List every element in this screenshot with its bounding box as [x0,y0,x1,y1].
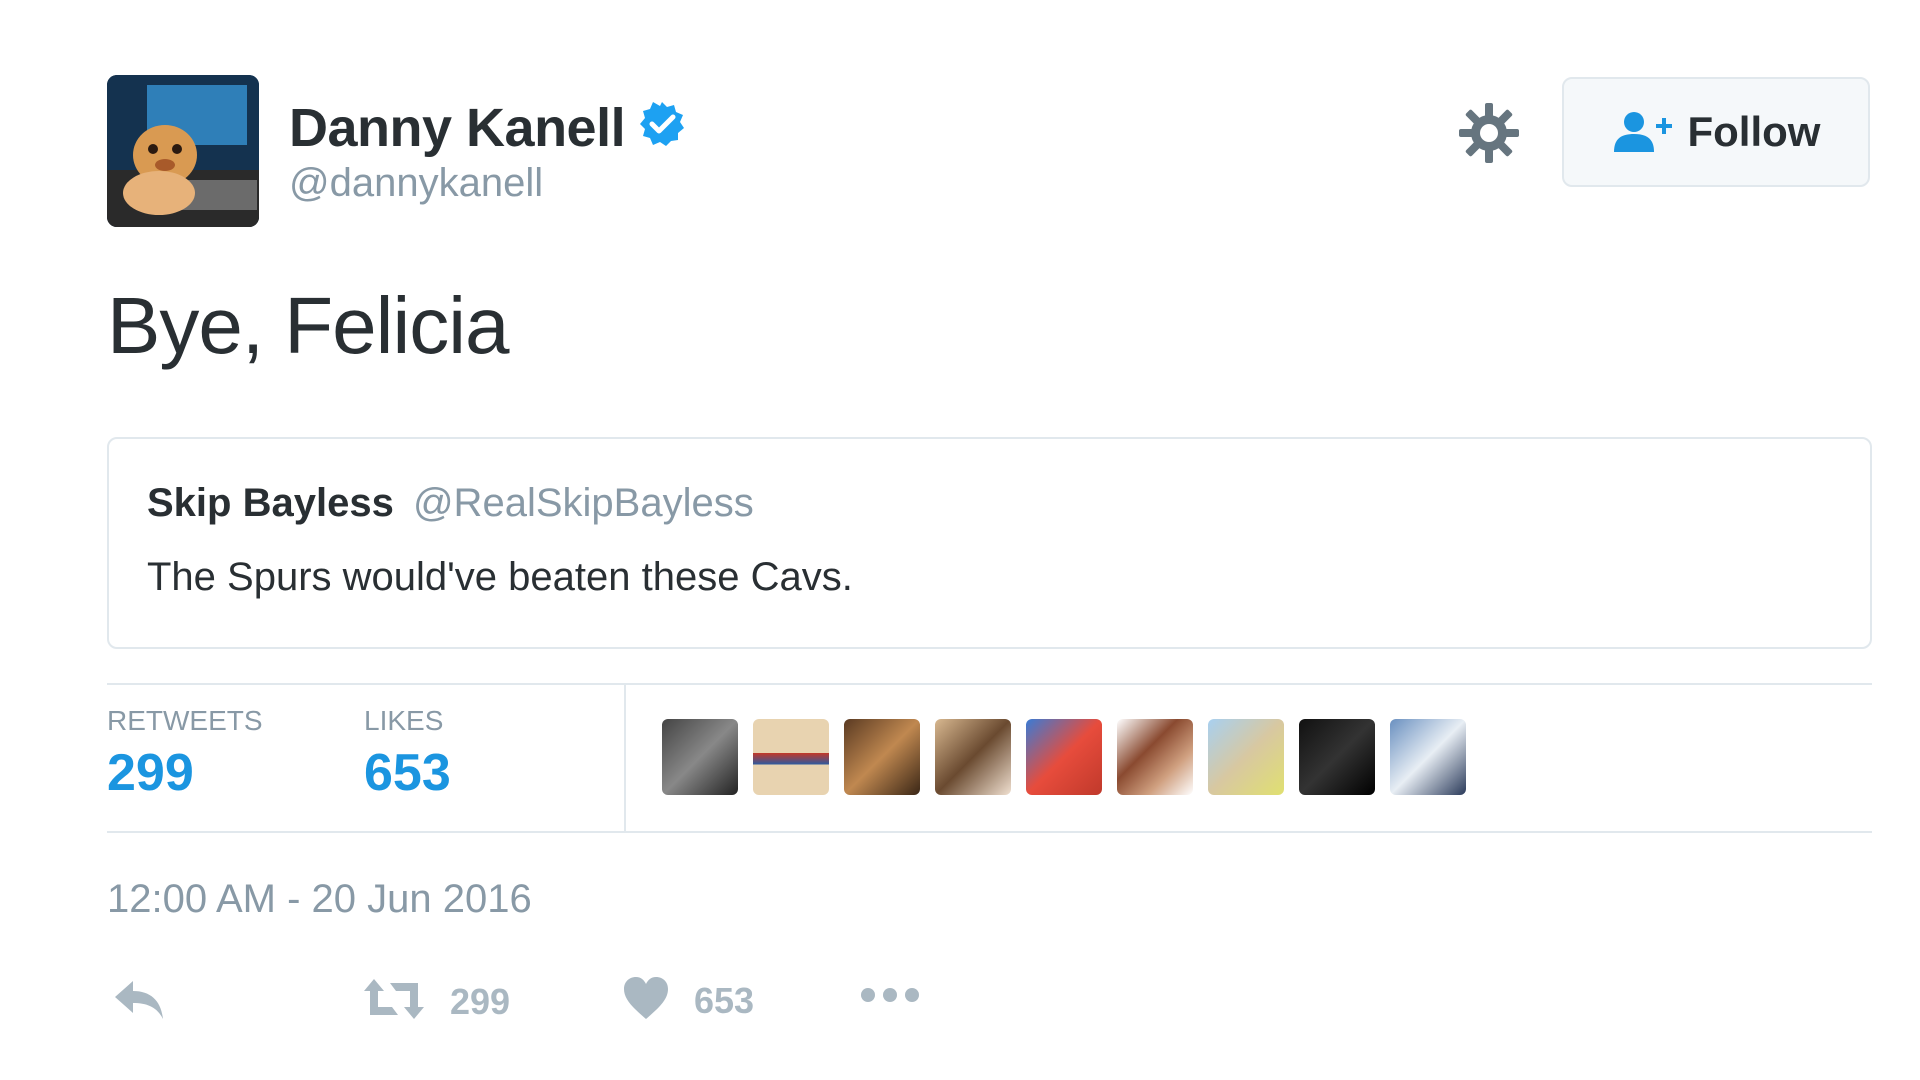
retweets-label: RETWEETS [107,705,263,736]
stats-divider [624,685,626,831]
liker-avatar[interactable] [753,719,829,795]
likes-label: LIKES [364,705,444,736]
author-handle[interactable]: @dannykanell [289,161,686,206]
retweets-value: 299 [107,744,194,802]
tweet-header: Danny Kanell @dannykanell Follow [107,75,1877,227]
reply-button[interactable] [111,975,167,1028]
quoted-author-name: Skip Bayless [147,481,394,525]
tweet-timestamp[interactable]: 12:00 AM - 20 Jun 2016 [107,877,532,922]
liker-avatar[interactable] [1026,719,1102,795]
like-button[interactable]: 653 [622,975,754,1026]
heart-icon [622,975,670,1026]
quoted-author-handle: @RealSkipBayless [412,481,754,525]
tweet-actions: 299 653 [107,975,1107,1055]
liker-avatar[interactable] [1117,719,1193,795]
retweet-icon [362,975,426,1028]
follow-button[interactable]: Follow [1562,77,1870,187]
tweet-card: Danny Kanell @dannykanell Follow Bye, Fe… [107,75,1877,1065]
likes-stat[interactable]: LIKES 653 [364,705,451,803]
tweet-text: Bye, Felicia [107,281,509,370]
likes-value: 653 [364,744,451,802]
author-names: Danny Kanell @dannykanell [289,97,686,206]
quoted-tweet[interactable]: Skip Bayless @RealSkipBayless The Spurs … [107,437,1872,649]
follow-button-label: Follow [1687,108,1821,155]
more-dots-icon [860,985,920,1010]
reply-icon [111,975,167,1028]
liker-avatar[interactable] [1299,719,1375,795]
quoted-tweet-text: The Spurs would've beaten these Cavs. [147,555,853,599]
liker-avatar[interactable] [1390,719,1466,795]
retweets-stat[interactable]: RETWEETS 299 [107,705,263,803]
liker-avatar[interactable] [935,719,1011,795]
author-avatar[interactable] [107,75,259,227]
like-count: 653 [694,979,755,1021]
gear-icon[interactable] [1457,101,1521,165]
add-user-icon [1612,110,1674,154]
quoted-tweet-header: Skip Bayless @RealSkipBayless [147,481,754,526]
liker-avatar[interactable] [844,719,920,795]
verified-badge-icon [638,100,686,148]
author-name[interactable]: Danny Kanell [289,97,626,159]
more-button[interactable] [860,985,920,1010]
tweet-stats: RETWEETS 299 LIKES 653 [107,683,1872,833]
liker-avatar[interactable] [662,719,738,795]
retweet-button[interactable]: 299 [362,975,510,1028]
retweet-count: 299 [450,980,511,1022]
liker-avatar[interactable] [1208,719,1284,795]
